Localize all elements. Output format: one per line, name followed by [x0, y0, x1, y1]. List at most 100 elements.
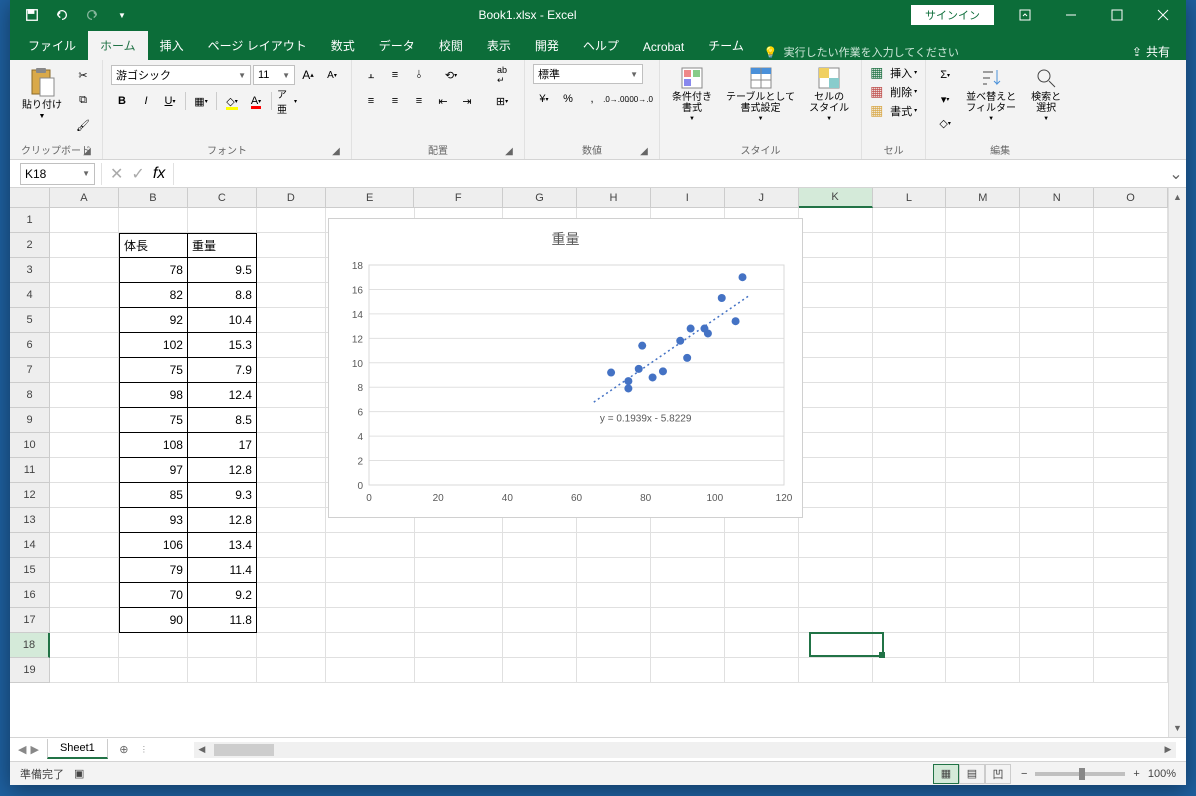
cell[interactable] — [415, 633, 504, 658]
cell[interactable] — [577, 583, 651, 608]
cell[interactable] — [799, 408, 873, 433]
cell[interactable] — [873, 658, 947, 683]
cell[interactable] — [725, 558, 799, 583]
sort-filter-button[interactable]: 並べ替えと フィルター▼ — [962, 64, 1020, 124]
format-cells-button[interactable]: ▦書式 ▾ — [870, 102, 917, 119]
cell[interactable] — [1020, 433, 1094, 458]
cell[interactable] — [415, 558, 504, 583]
row-header[interactable]: 16 — [10, 583, 50, 608]
cell[interactable] — [651, 533, 725, 558]
tab-help[interactable]: ヘルプ — [571, 31, 631, 60]
cell[interactable] — [1020, 333, 1094, 358]
cell[interactable] — [873, 583, 947, 608]
cell[interactable] — [50, 608, 119, 633]
comma-button[interactable]: , — [581, 88, 603, 110]
cell[interactable] — [577, 558, 651, 583]
save-icon[interactable] — [18, 1, 46, 29]
tab-view[interactable]: 表示 — [475, 31, 523, 60]
cell[interactable] — [188, 208, 257, 233]
cell[interactable] — [257, 333, 326, 358]
cell[interactable] — [1094, 208, 1168, 233]
sign-in-button[interactable]: サインイン — [911, 5, 994, 25]
dialog-launcher-icon[interactable]: ◢ — [82, 146, 92, 156]
cell[interactable] — [725, 583, 799, 608]
cell[interactable] — [1020, 233, 1094, 258]
row-header[interactable]: 14 — [10, 533, 50, 558]
column-header[interactable]: H — [577, 188, 651, 208]
cell[interactable]: 12.8 — [188, 458, 257, 483]
cell[interactable] — [415, 658, 504, 683]
cell[interactable]: 102 — [119, 333, 188, 358]
currency-button[interactable]: ¥▾ — [533, 88, 555, 110]
indent-increase-icon[interactable]: ⇥ — [456, 90, 478, 112]
paste-button[interactable]: 貼り付け ▼ — [18, 64, 66, 122]
tab-formulas[interactable]: 数式 — [319, 31, 367, 60]
row-header[interactable]: 3 — [10, 258, 50, 283]
cell[interactable] — [1020, 458, 1094, 483]
cell[interactable] — [799, 258, 873, 283]
cell[interactable] — [946, 358, 1020, 383]
cell[interactable] — [799, 233, 873, 258]
horizontal-scrollbar[interactable]: ◀ ▶ — [194, 742, 1176, 758]
cell[interactable] — [1020, 408, 1094, 433]
expand-formula-bar-icon[interactable]: ⌄ — [1166, 164, 1186, 184]
cell[interactable] — [873, 508, 947, 533]
cell[interactable]: 79 — [119, 558, 188, 583]
cell[interactable] — [946, 233, 1020, 258]
cell[interactable] — [1020, 358, 1094, 383]
cell[interactable]: 75 — [119, 408, 188, 433]
cell[interactable] — [257, 658, 326, 683]
cell[interactable] — [577, 608, 651, 633]
cell[interactable] — [946, 308, 1020, 333]
cell[interactable] — [1020, 383, 1094, 408]
cell[interactable] — [1094, 508, 1168, 533]
cell[interactable] — [1020, 583, 1094, 608]
insert-cells-button[interactable]: ▦挿入 ▾ — [870, 64, 917, 81]
cell[interactable] — [50, 483, 119, 508]
cell[interactable] — [873, 208, 947, 233]
cell[interactable] — [799, 608, 873, 633]
tab-home[interactable]: ホーム — [88, 31, 148, 60]
cell[interactable] — [946, 258, 1020, 283]
cell[interactable] — [1020, 608, 1094, 633]
cell[interactable] — [50, 558, 119, 583]
cell[interactable] — [257, 608, 326, 633]
row-header[interactable]: 12 — [10, 483, 50, 508]
cell[interactable] — [873, 533, 947, 558]
bold-button[interactable]: B — [111, 90, 133, 112]
align-bottom-icon[interactable]: ⫰ — [408, 64, 430, 86]
cell[interactable]: 98 — [119, 383, 188, 408]
cell[interactable] — [326, 583, 415, 608]
cell[interactable]: 90 — [119, 608, 188, 633]
cut-icon[interactable]: ✂ — [72, 64, 94, 86]
cell[interactable] — [119, 633, 188, 658]
cell[interactable] — [50, 383, 119, 408]
format-as-table-button[interactable]: テーブルとして 書式設定▼ — [722, 64, 799, 124]
cell[interactable] — [1094, 233, 1168, 258]
cell[interactable] — [799, 558, 873, 583]
row-header[interactable]: 13 — [10, 508, 50, 533]
cell[interactable] — [415, 583, 504, 608]
cell[interactable] — [1020, 208, 1094, 233]
cell[interactable] — [50, 533, 119, 558]
cell[interactable] — [651, 558, 725, 583]
cell[interactable] — [577, 633, 651, 658]
cell[interactable] — [50, 308, 119, 333]
cell[interactable] — [257, 383, 326, 408]
cell[interactable] — [946, 508, 1020, 533]
cell[interactable] — [257, 458, 326, 483]
cell[interactable] — [1094, 633, 1168, 658]
cell[interactable]: 9.5 — [188, 258, 257, 283]
column-header[interactable]: M — [946, 188, 1020, 208]
cell[interactable] — [503, 658, 577, 683]
row-header[interactable]: 2 — [10, 233, 50, 258]
cell[interactable] — [651, 583, 725, 608]
cell[interactable] — [946, 533, 1020, 558]
cell[interactable] — [725, 633, 799, 658]
cell[interactable] — [1094, 333, 1168, 358]
sheet-nav-prev-icon[interactable]: ◀ — [18, 743, 26, 756]
cell[interactable] — [577, 533, 651, 558]
cell[interactable] — [415, 608, 504, 633]
cell[interactable]: 108 — [119, 433, 188, 458]
cell[interactable] — [1094, 583, 1168, 608]
